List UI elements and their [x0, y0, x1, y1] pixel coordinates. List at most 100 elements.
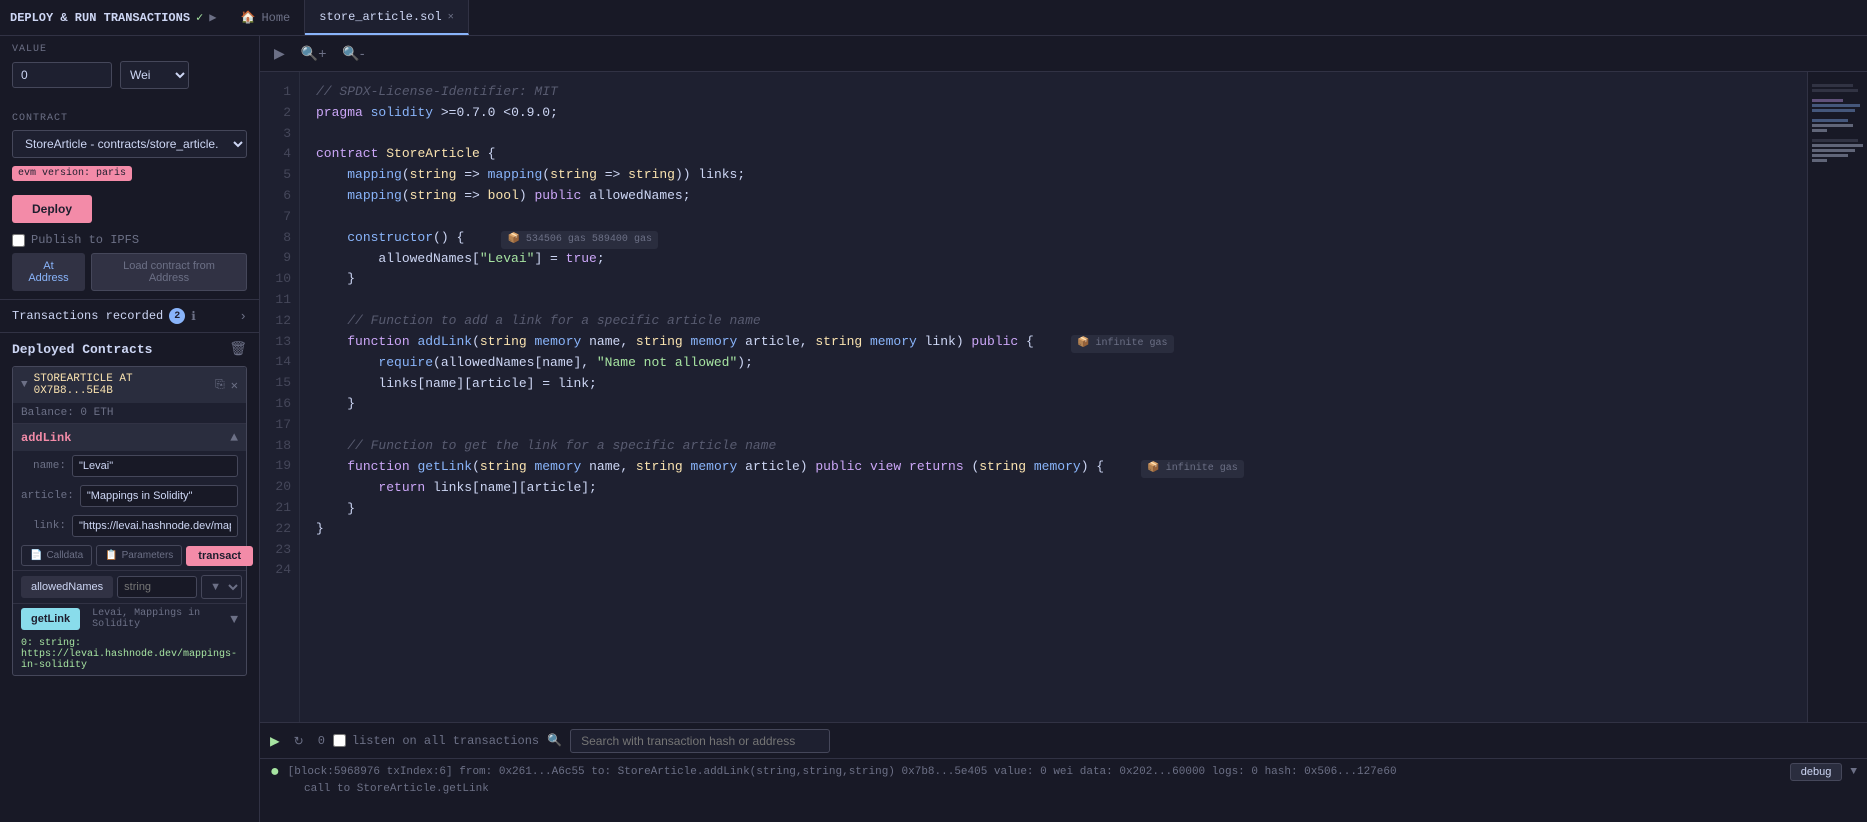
code-line-18: // Function to get the link for a specif… — [316, 436, 1791, 457]
code-line-14: require(allowedNames[name], "Name not al… — [316, 353, 1791, 374]
code-line-11 — [316, 290, 1791, 311]
line-number: 8 — [260, 228, 299, 249]
play-icon[interactable]: ▶ — [270, 731, 280, 751]
refresh-button[interactable]: ↻ — [288, 732, 310, 750]
publish-ipfs-label: Publish to IPFS — [31, 233, 139, 247]
code-line-10: } — [316, 269, 1791, 290]
trash-icon[interactable]: 🗑 — [229, 341, 247, 358]
bottom-panel: ▶ ↻ 0 listen on all transactions 🔍 ● [bl… — [260, 722, 1867, 822]
remove-contract-icon[interactable]: ✕ — [231, 378, 238, 393]
addlink-function-group: addLink ▲ name: article: link: — [13, 423, 246, 570]
transactions-bar: Transactions recorded 2 ℹ › — [0, 299, 259, 333]
allowednames-button[interactable]: allowedNames — [21, 576, 113, 598]
getlink-function-group: getLink Levai, Mappings in Solidity ▼ 0:… — [13, 603, 246, 675]
line-number: 22 — [260, 519, 299, 540]
contract-select[interactable]: StoreArticle - contracts/store_article. — [12, 130, 247, 158]
address-row: At Address Load contract from Address — [12, 253, 247, 291]
deployed-contracts-section: Deployed Contracts 🗑 ▼ STOREARTICLE AT 0… — [0, 333, 259, 684]
link-param-input[interactable] — [72, 515, 238, 537]
code-line-22: } — [316, 519, 1791, 540]
tab-home[interactable]: 🏠 Home — [227, 0, 306, 35]
forward-arrow-icon[interactable]: ▶ — [209, 10, 216, 25]
calldata-icon: 📄 — [30, 550, 42, 561]
getlink-button[interactable]: getLink — [21, 608, 80, 630]
log-text: [block:5968976 txIndex:6] from: 0x261...… — [288, 766, 1397, 778]
article-param-label: article: — [21, 490, 74, 502]
line-number: 5 — [260, 165, 299, 186]
calldata-button[interactable]: 📄 Calldata — [21, 545, 92, 566]
code-line-21: } — [316, 499, 1791, 520]
line-number: 2 — [260, 103, 299, 124]
addlink-actions: 📄 Calldata 📋 Parameters transact — [13, 541, 246, 570]
publish-ipfs-checkbox[interactable] — [12, 234, 25, 247]
line-number: 9 — [260, 248, 299, 269]
listen-checkbox[interactable] — [333, 734, 346, 747]
name-param-label: name: — [21, 460, 66, 472]
addlink-chevron-icon[interactable]: ▲ — [230, 430, 238, 445]
home-tab-label: Home — [261, 11, 290, 25]
run-icon[interactable]: ▶ — [270, 41, 289, 66]
article-param-input[interactable] — [80, 485, 238, 507]
code-line-4: contract StoreArticle { — [316, 144, 1791, 165]
contract-balance: Balance: 0 ETH — [13, 403, 246, 423]
line-number: 11 — [260, 290, 299, 311]
allowednames-type-select[interactable]: ▼ — [201, 575, 242, 599]
line-number: 21 — [260, 498, 299, 519]
contract-chevron-icon[interactable]: ▼ — [21, 379, 28, 391]
info-icon[interactable]: ℹ — [191, 309, 196, 324]
transactions-expand-icon[interactable]: › — [239, 309, 247, 324]
transaction-search-input[interactable] — [570, 729, 830, 753]
load-contract-button[interactable]: Load contract from Address — [91, 253, 247, 291]
line-number: 20 — [260, 477, 299, 498]
at-address-button[interactable]: At Address — [12, 253, 85, 291]
transaction-count: 0 — [318, 734, 325, 748]
copy-address-icon[interactable]: ⎘ — [215, 378, 225, 392]
code-line-8: constructor() { 📦 534506 gas 589400 gas — [316, 228, 1791, 249]
search-icon: 🔍 — [547, 733, 562, 748]
getlink-value: Levai, Mappings in Solidity — [84, 608, 226, 630]
transact-button[interactable]: transact — [186, 546, 253, 566]
code-editor[interactable]: 1 2 3 4 5 6 7 8 9 10 11 12 13 14 15 16 1 — [260, 72, 1807, 722]
log-expand-icon[interactable]: ▼ — [1850, 766, 1857, 778]
parameters-button[interactable]: 📋 Parameters — [96, 545, 182, 566]
params-label: Parameters — [122, 550, 174, 561]
allowednames-input[interactable] — [117, 576, 197, 598]
tab-store-article[interactable]: store_article.sol ✕ — [305, 0, 468, 35]
code-line-9: allowedNames["Levai"] = true; — [316, 249, 1791, 270]
value-input[interactable] — [12, 62, 112, 88]
left-panel: VALUE Wei Gwei Finney Ether CONTRACT Sto… — [0, 36, 260, 822]
publish-row: Publish to IPFS — [12, 233, 247, 247]
name-param-row: name: — [13, 451, 246, 481]
params-icon: 📋 — [105, 550, 117, 561]
name-param-input[interactable] — [72, 455, 238, 477]
debug-button[interactable]: debug — [1790, 763, 1843, 781]
getlink-row: getLink Levai, Mappings in Solidity ▼ — [13, 604, 246, 634]
line-number: 14 — [260, 352, 299, 373]
calldata-label: Calldata — [46, 550, 83, 561]
wei-select[interactable]: Wei Gwei Finney Ether — [120, 61, 189, 89]
log-call: call to StoreArticle.getLink — [270, 781, 1857, 797]
code-content: // SPDX-License-Identifier: MIT pragma s… — [300, 72, 1807, 722]
zoom-out-icon[interactable]: 🔍- — [338, 41, 368, 66]
contract-instance: ▼ STOREARTICLE AT 0X7B8...5E4B ⎘ ✕ Balan… — [12, 366, 247, 676]
editor-tabs: 🏠 Home store_article.sol ✕ — [227, 0, 469, 35]
zoom-in-icon[interactable]: 🔍+ — [297, 41, 331, 66]
listen-label: listen on all transactions — [352, 734, 539, 748]
value-label: VALUE — [12, 44, 247, 55]
deploy-button[interactable]: Deploy — [12, 195, 92, 223]
value-row: Wei Gwei Finney Ether — [12, 61, 247, 89]
line-number: 7 — [260, 207, 299, 228]
close-tab-icon[interactable]: ✕ — [448, 11, 454, 23]
line-number: 15 — [260, 373, 299, 394]
editor-toolbar: ▶ 🔍+ 🔍- — [260, 36, 1867, 72]
line-number: 4 — [260, 144, 299, 165]
transactions-badge: 2 — [169, 308, 185, 324]
code-line-3 — [316, 124, 1791, 145]
code-line-23 — [316, 540, 1791, 561]
log-success-icon: ● — [270, 763, 280, 781]
main-content: VALUE Wei Gwei Finney Ether CONTRACT Sto… — [0, 36, 1867, 822]
log-entry: ● [block:5968976 txIndex:6] from: 0x261.… — [270, 763, 1857, 781]
app-title: DEPLOY & RUN TRANSACTIONS ✓ ▶ — [0, 10, 227, 25]
getlink-chevron-icon[interactable]: ▼ — [230, 612, 238, 627]
article-param-row: article: — [13, 481, 246, 511]
